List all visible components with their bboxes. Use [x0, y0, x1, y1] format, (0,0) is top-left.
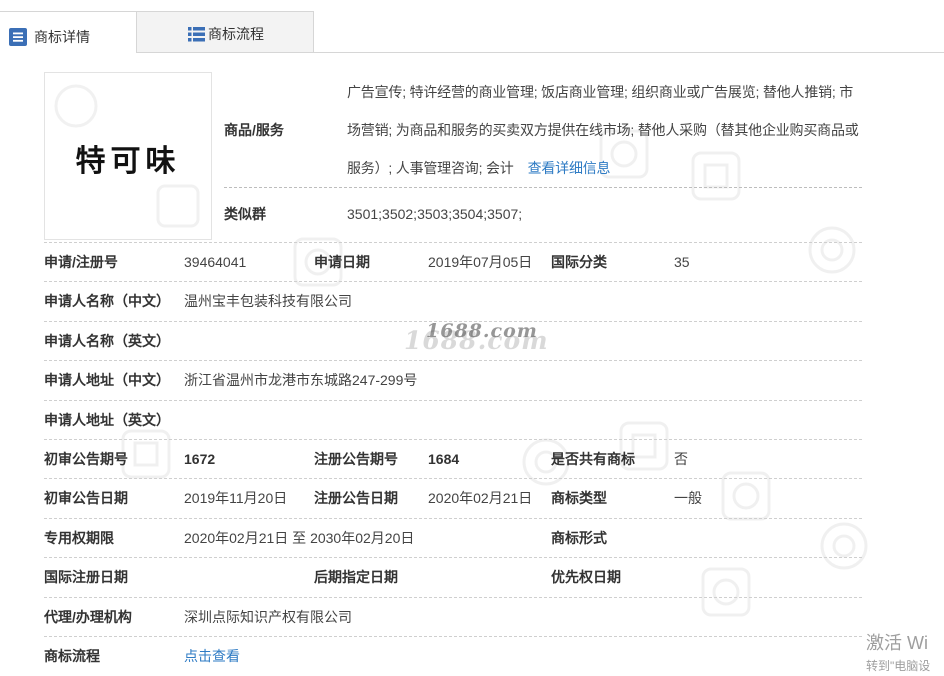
image-watermark-icon — [155, 183, 201, 229]
international-class-value: 35 — [674, 254, 690, 270]
agency-label: 代理/办理机构 — [44, 608, 132, 625]
goods-services-line: 广告宣传; 特许经营的商业管理; 饭店商业管理; 组织商业或广告展览; 替他人推… — [347, 84, 854, 100]
trademark-process-label: 商标流程 — [44, 647, 100, 664]
international-class-label: 国际分类 — [551, 254, 607, 270]
tab-label-process: 商标流程 — [208, 26, 264, 42]
exclusive-right-period-label: 专用权期限 — [44, 529, 114, 546]
goods-services-label: 商品/服务 — [224, 122, 284, 138]
applicant-address-cn-label: 申请人地址（中文） — [44, 372, 170, 389]
table-row: 代理/办理机构 深圳点际知识产权有限公司 — [44, 596, 862, 636]
shared-trademark-label: 是否共有商标 — [551, 450, 635, 467]
os-activation-hint: 转到"电脑设 — [866, 659, 931, 673]
registration-announcement-date-value: 2020年02月21日 — [428, 490, 533, 507]
os-activation-notice: 激活 Wi 转到"电脑设 — [866, 632, 944, 676]
table-row: 申请人地址（中文） 浙江省温州市龙港市东城路247-299号 — [44, 360, 862, 399]
exclusive-right-period-value: 2020年02月21日 至 2030年02月20日 — [184, 529, 415, 546]
applicant-address-cn-value: 浙江省温州市龙港市东城路247-299号 — [184, 372, 418, 389]
trademark-image: 特可味 — [44, 72, 212, 240]
applicant-name-en-label: 申请人名称（英文） — [44, 332, 170, 349]
preliminary-announcement-issue-value: 1672 — [184, 450, 216, 467]
document-icon — [8, 27, 28, 47]
goods-services-line: 场营销; 为商品和服务的买卖双方提供在线市场; 替他人采购（替其他企业购买商品或 — [347, 122, 859, 138]
tab-trademark-details[interactable]: 商标详情 — [0, 11, 137, 53]
os-activation-title: 激活 Wi — [866, 633, 928, 653]
tab-label-details: 商标详情 — [34, 29, 90, 45]
similar-group-value: 3501;3502;3503;3504;3507; — [347, 206, 523, 222]
preliminary-announcement-date-label: 初审公告日期 — [44, 490, 128, 507]
tabbar-divider — [0, 52, 944, 53]
subsequent-designation-date-label: 后期指定日期 — [314, 569, 398, 586]
table-row: 申请人地址（英文） — [44, 399, 862, 439]
tab-trademark-process[interactable]: 商标流程 — [137, 11, 314, 52]
goods-services-line-text: 服务）; 人事管理咨询; 会计 — [347, 160, 514, 176]
international-registration-date-label: 国际注册日期 — [44, 569, 128, 586]
view-process-link[interactable]: 点击查看 — [184, 648, 240, 664]
preliminary-announcement-date-value: 2019年11月20日 — [184, 490, 288, 507]
goods-services-line-last: 服务）; 人事管理咨询; 会计 查看详细信息 — [347, 149, 887, 187]
application-number-value: 39464041 — [184, 254, 247, 270]
table-row: 国际注册日期 后期指定日期 优先权日期 — [44, 557, 862, 596]
list-icon — [188, 27, 205, 42]
registration-announcement-date-label: 注册公告日期 — [314, 490, 398, 507]
application-number-label: 申请/注册号 — [44, 254, 118, 270]
table-row: 申请/注册号 39464041 申请日期 2019年07月05日 国际分类 35 — [44, 242, 862, 281]
applicant-name-cn-label: 申请人名称（中文） — [44, 293, 170, 310]
trademark-type-value: 一般 — [674, 490, 702, 507]
registration-announcement-issue-value: 1684 — [428, 450, 460, 467]
table-row: 专用权期限 2020年02月21日 至 2030年02月20日 商标形式 — [44, 517, 862, 557]
priority-date-label: 优先权日期 — [551, 569, 621, 586]
trademark-form-label: 商标形式 — [551, 529, 607, 546]
agency-value: 深圳点际知识产权有限公司 — [184, 608, 352, 625]
table-row: 申请人名称（中文） 温州宝丰包装科技有限公司 — [44, 281, 862, 320]
table-row: 商标流程 点击查看 — [44, 635, 862, 675]
goods-services-value: 广告宣传; 特许经营的商业管理; 饭店商业管理; 组织商业或广告展览; 替他人推… — [347, 73, 887, 187]
application-date-value: 2019年07月05日 — [428, 254, 533, 270]
table-row: 初审公告日期 2019年11月20日 注册公告日期 2020年02月21日 商标… — [44, 478, 862, 517]
similar-group-label: 类似群 — [224, 206, 266, 222]
shared-trademark-value: 否 — [674, 450, 688, 467]
trademark-logo-text: 特可味 — [75, 144, 181, 179]
trademark-detail-table: 申请/注册号 39464041 申请日期 2019年07月05日 国际分类 35… — [44, 242, 862, 675]
applicant-name-cn-value: 温州宝丰包装科技有限公司 — [184, 293, 352, 310]
applicant-address-en-label: 申请人地址（英文） — [44, 411, 170, 428]
view-details-link[interactable]: 查看详细信息 — [528, 160, 611, 176]
image-watermark-icon — [53, 83, 99, 129]
trademark-type-label: 商标类型 — [551, 490, 607, 507]
preliminary-announcement-issue-label: 初审公告期号 — [44, 450, 128, 467]
registration-announcement-issue-label: 注册公告期号 — [314, 450, 398, 467]
trademark-detail-page: 商标详情 商标流程 特可味 商品/服务 广告宣传; 特许经营的商业管理; 饭店商… — [0, 0, 944, 676]
table-row: 申请人名称（英文） — [44, 320, 862, 360]
application-date-label: 申请日期 — [314, 254, 370, 270]
goods-services-divider — [224, 187, 862, 188]
table-row: 初审公告期号 1672 注册公告期号 1684 是否共有商标 否 — [44, 438, 862, 478]
